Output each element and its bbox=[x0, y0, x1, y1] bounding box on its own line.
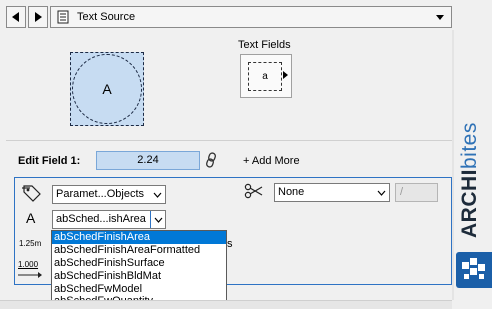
text-fields-preview[interactable]: a bbox=[240, 54, 292, 98]
dropdown-option[interactable]: abSchedFwModel bbox=[52, 283, 226, 296]
bottom-bar bbox=[0, 300, 452, 309]
chevron-down-icon bbox=[377, 190, 386, 196]
edit-field-value[interactable]: 2.24 bbox=[96, 151, 200, 170]
line-spacing-label: 1.000 bbox=[18, 260, 39, 269]
separator-field[interactable]: / bbox=[395, 183, 438, 202]
text-fields-title: Text Fields bbox=[238, 39, 291, 51]
dropdown-option[interactable]: abSchedFinishSurface bbox=[52, 257, 226, 270]
text-field-cell-label: a bbox=[262, 71, 268, 82]
next-button[interactable] bbox=[28, 6, 48, 28]
font-icon: A bbox=[26, 210, 36, 226]
chain-link-icon[interactable] bbox=[205, 152, 217, 168]
parameter-select[interactable]: abSched...ishArea bbox=[52, 210, 166, 229]
text-source-selector[interactable]: Text Source bbox=[50, 6, 452, 28]
brand-bites: bites bbox=[458, 122, 481, 169]
archibites-logo-icon[interactable] bbox=[456, 252, 492, 288]
triangle-right-icon bbox=[35, 12, 42, 22]
tag-icon bbox=[22, 185, 41, 202]
side-divider bbox=[452, 30, 454, 300]
triangle-left-icon bbox=[12, 12, 19, 22]
text-field-cell[interactable]: a bbox=[248, 62, 282, 91]
arrow-right-icon bbox=[18, 272, 42, 278]
symbol-preview[interactable]: A bbox=[70, 52, 144, 126]
dropdown-option[interactable]: abSchedFinishArea bbox=[52, 231, 226, 244]
dropdown-option[interactable]: abSchedFinishAreaFormatted bbox=[52, 244, 226, 257]
parameter-dropdown-list[interactable]: abSchedFinishArea abSchedFinishAreaForma… bbox=[51, 230, 227, 308]
preview-label: A bbox=[102, 81, 112, 97]
scissors-icon bbox=[244, 183, 263, 199]
add-more-button[interactable]: + Add More bbox=[243, 155, 300, 167]
text-size-label: 1.25m bbox=[19, 239, 42, 248]
chevron-down-icon bbox=[153, 192, 162, 198]
preview-circle: A bbox=[72, 54, 142, 124]
source-type-value: Paramet...Objects bbox=[56, 188, 145, 200]
dropdown-option[interactable]: abSchedFinishBldMat bbox=[52, 270, 226, 283]
parameter-select-toggle[interactable] bbox=[150, 211, 165, 228]
transform-value: None bbox=[278, 186, 305, 198]
edit-field-label: Edit Field 1: bbox=[18, 155, 81, 167]
panel-title: Text Source bbox=[77, 11, 136, 23]
chevron-down-icon bbox=[154, 217, 163, 223]
document-icon bbox=[57, 10, 69, 24]
parameter-value: abSched...ishArea bbox=[56, 213, 146, 225]
chevron-down-icon[interactable] bbox=[435, 12, 445, 22]
partial-text: s bbox=[227, 238, 233, 250]
section-divider bbox=[6, 140, 452, 141]
source-type-select[interactable]: Paramet...Objects bbox=[52, 185, 166, 204]
triangle-right-icon bbox=[283, 71, 288, 79]
transform-select[interactable]: None bbox=[274, 183, 390, 202]
brand-archi: ARCHI bbox=[458, 169, 481, 238]
previous-button[interactable] bbox=[6, 6, 26, 28]
line-spacing-icon: 1.000 bbox=[18, 261, 42, 281]
brand-wordmark: ARCHIbites bbox=[456, 6, 492, 246]
source-header: Text Source bbox=[6, 6, 452, 28]
